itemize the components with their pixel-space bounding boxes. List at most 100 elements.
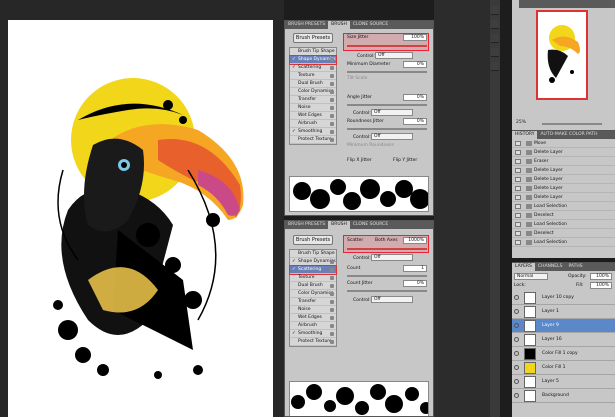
flip-y-checkbox[interactable]: Flip Y Jitter bbox=[393, 158, 417, 163]
brush-option[interactable]: Dual Brush bbox=[290, 282, 336, 290]
visibility-eye-icon[interactable] bbox=[514, 379, 519, 384]
navigator-thumbnail[interactable] bbox=[536, 10, 588, 100]
brush-option[interactable]: Airbrush bbox=[290, 322, 336, 330]
brush-option[interactable]: Texture bbox=[290, 72, 336, 80]
flip-x-checkbox[interactable]: Flip X Jitter bbox=[347, 158, 372, 163]
angle-jitter-field[interactable]: 0% bbox=[403, 94, 427, 101]
brush-option[interactable]: Color Dynamics bbox=[290, 290, 336, 298]
history-item[interactable]: Load Selection bbox=[512, 220, 615, 229]
history-item[interactable]: Delete Layer bbox=[512, 193, 615, 202]
brush-option-shape-dynamics[interactable]: Shape Dynamics bbox=[289, 55, 337, 65]
opacity-field[interactable]: 100% bbox=[590, 273, 612, 280]
brush-option[interactable]: Airbrush bbox=[290, 120, 336, 128]
snapshot-checkbox[interactable] bbox=[515, 159, 521, 164]
tab-clone-source[interactable]: CLONE SOURCE bbox=[350, 221, 391, 229]
brush-option[interactable]: Wet Edges bbox=[290, 112, 336, 120]
brush-option[interactable]: Wet Edges bbox=[290, 314, 336, 322]
brush-option[interactable]: Transfer bbox=[290, 96, 336, 104]
brush-option[interactable]: Texture bbox=[290, 274, 336, 282]
history-item[interactable]: Load Selection bbox=[512, 238, 615, 247]
dock-icon-button[interactable] bbox=[491, 20, 499, 29]
layer-row[interactable]: Color Fill 1 bbox=[512, 361, 615, 375]
dock-icon-button[interactable] bbox=[491, 48, 499, 57]
brush-option[interactable]: Transfer bbox=[290, 298, 336, 306]
tab-brush[interactable]: BRUSH bbox=[328, 221, 350, 229]
visibility-eye-icon[interactable] bbox=[514, 351, 519, 356]
brush-option[interactable]: Brush Tip Shape bbox=[290, 48, 336, 56]
roundness-jitter-slider[interactable] bbox=[347, 128, 427, 130]
min-diameter-field[interactable]: 0% bbox=[403, 61, 427, 68]
tab-navigator[interactable] bbox=[512, 0, 520, 8]
tab-clone-source[interactable]: CLONE SOURCE bbox=[350, 21, 391, 29]
count-jitter-field[interactable]: 0% bbox=[403, 280, 427, 287]
size-jitter-slider[interactable] bbox=[347, 45, 427, 47]
visibility-eye-icon[interactable] bbox=[514, 365, 519, 370]
scatter-field[interactable]: 1000% bbox=[403, 237, 427, 244]
brush-option[interactable]: Protect Texture bbox=[290, 136, 336, 144]
layer-row[interactable]: Layer 10 copy bbox=[512, 291, 615, 305]
fill-field[interactable]: 100% bbox=[590, 282, 612, 289]
angle-jitter-slider[interactable] bbox=[347, 104, 427, 106]
history-item[interactable]: Deselect bbox=[512, 229, 615, 238]
control-select-2[interactable]: Off bbox=[371, 296, 413, 303]
history-item[interactable]: Eraser bbox=[512, 157, 615, 166]
scatter-slider[interactable] bbox=[347, 248, 427, 250]
size-jitter-field[interactable]: 100% bbox=[403, 34, 427, 41]
brush-option-smoothing[interactable]: Smoothing bbox=[290, 128, 336, 136]
dock-icon-button[interactable] bbox=[491, 34, 499, 43]
zoom-field[interactable]: 25% bbox=[516, 120, 536, 127]
both-axes-checkbox[interactable]: Both Axes bbox=[375, 238, 398, 243]
dock-icon-button[interactable] bbox=[491, 62, 499, 71]
visibility-eye-icon[interactable] bbox=[514, 309, 519, 314]
layer-row[interactable]: Color Fill 1 copy bbox=[512, 347, 615, 361]
history-item[interactable]: Delete Layer bbox=[512, 184, 615, 193]
layer-row[interactable]: Background bbox=[512, 389, 615, 403]
control-select[interactable]: Off bbox=[371, 254, 413, 261]
tab-channels[interactable]: CHANNELS bbox=[535, 263, 566, 271]
visibility-eye-icon[interactable] bbox=[514, 295, 519, 300]
tab-brush-presets[interactable]: BRUSH PRESETS bbox=[285, 21, 328, 29]
snapshot-checkbox[interactable] bbox=[515, 168, 521, 173]
snapshot-checkbox[interactable] bbox=[515, 186, 521, 191]
roundness-jitter-field[interactable]: 0% bbox=[403, 118, 427, 125]
brush-option-shape-dynamics[interactable]: Shape Dynamics bbox=[290, 258, 336, 266]
control-select[interactable]: Off bbox=[375, 52, 413, 59]
brush-option-smoothing[interactable]: Smoothing bbox=[290, 330, 336, 338]
history-item[interactable]: Delete Layer bbox=[512, 166, 615, 175]
history-item[interactable]: Delete Layer bbox=[512, 175, 615, 184]
dock-icon-button[interactable] bbox=[491, 6, 499, 15]
tab-history[interactable]: HISTORY bbox=[512, 131, 538, 139]
tab-layers[interactable]: LAYERS bbox=[512, 263, 535, 271]
snapshot-checkbox[interactable] bbox=[515, 141, 521, 146]
brush-presets-button[interactable]: Brush Presets bbox=[293, 33, 333, 43]
brush-option-scattering[interactable]: Scattering bbox=[290, 64, 336, 72]
layer-row[interactable]: Layer 16 bbox=[512, 333, 615, 347]
count-slider[interactable] bbox=[347, 275, 427, 277]
snapshot-checkbox[interactable] bbox=[515, 240, 521, 245]
tab-brush[interactable]: BRUSH bbox=[328, 21, 350, 29]
brush-option[interactable]: Brush Tip Shape bbox=[290, 250, 336, 258]
brush-option[interactable]: Color Dynamics bbox=[290, 88, 336, 96]
blend-mode-select[interactable]: Normal bbox=[514, 273, 548, 280]
snapshot-checkbox[interactable] bbox=[515, 195, 521, 200]
history-item[interactable]: Move bbox=[512, 139, 615, 148]
brush-option[interactable]: Protect Texture bbox=[290, 338, 336, 346]
zoom-slider[interactable] bbox=[542, 123, 602, 125]
brush-option-scattering[interactable]: Scattering bbox=[289, 265, 337, 275]
document-canvas[interactable] bbox=[8, 20, 273, 417]
history-item[interactable]: Delete Layer bbox=[512, 148, 615, 157]
snapshot-checkbox[interactable] bbox=[515, 222, 521, 227]
brush-option[interactable]: Noise bbox=[290, 104, 336, 112]
snapshot-checkbox[interactable] bbox=[515, 150, 521, 155]
layer-row-selected[interactable]: Layer 9 bbox=[512, 319, 615, 333]
layer-row[interactable]: Layer 5 bbox=[512, 375, 615, 389]
tab-brush-presets[interactable]: BRUSH PRESETS bbox=[285, 221, 328, 229]
brush-option[interactable]: Dual Brush bbox=[290, 80, 336, 88]
visibility-eye-icon[interactable] bbox=[514, 323, 519, 328]
history-item[interactable]: Deselect bbox=[512, 211, 615, 220]
snapshot-checkbox[interactable] bbox=[515, 177, 521, 182]
control-select-2[interactable]: Off bbox=[371, 109, 413, 116]
snapshot-checkbox[interactable] bbox=[515, 213, 521, 218]
brush-presets-button[interactable]: Brush Presets bbox=[293, 235, 333, 245]
count-field[interactable]: 1 bbox=[403, 265, 427, 272]
